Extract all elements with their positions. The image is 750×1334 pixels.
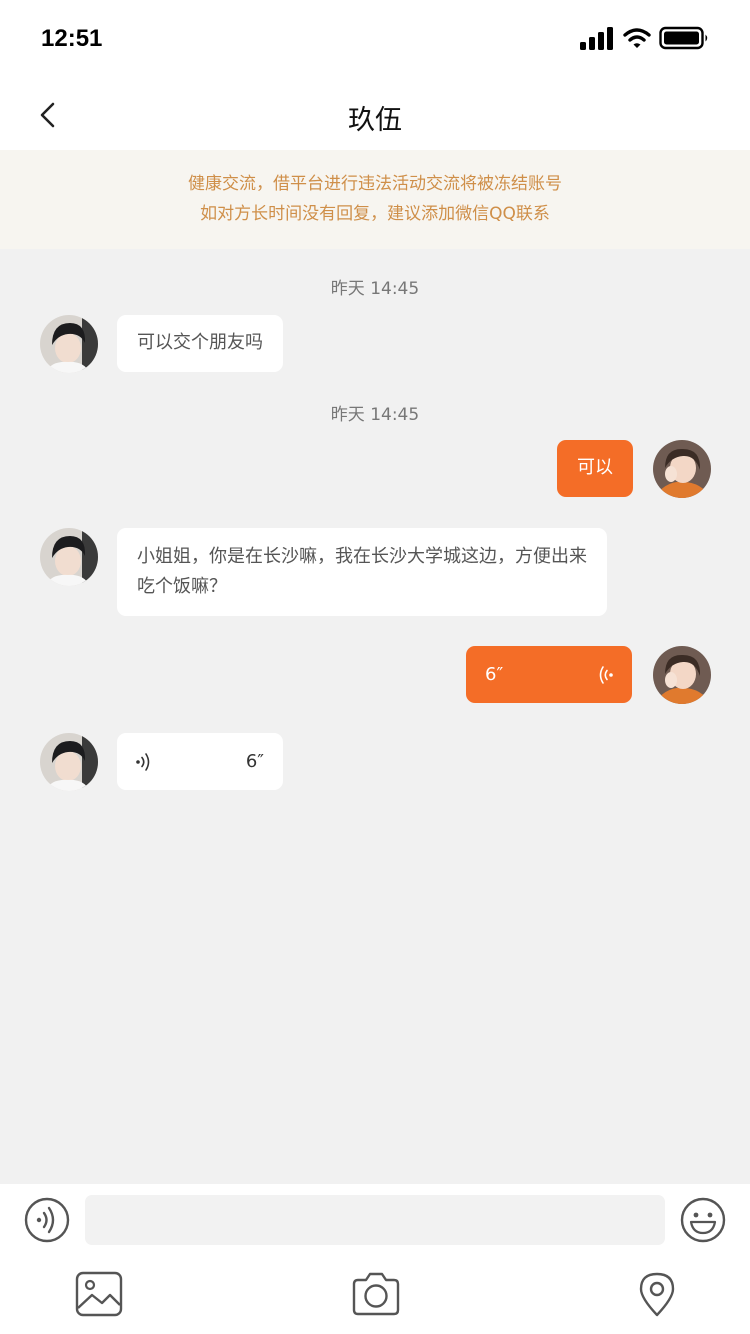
message-bubble-outgoing[interactable]: 可以	[557, 440, 633, 497]
message-input[interactable]	[85, 1195, 665, 1245]
message-bubble-incoming[interactable]: 小姐姐，你是在长沙嘛，我在长沙大学城这边，方便出来 吃个饭嘛？	[117, 528, 607, 616]
notice-line-1: 健康交流，借平台进行违法活动交流将被冻结账号	[188, 174, 562, 194]
wifi-icon	[623, 28, 651, 48]
status-time: 12:51	[41, 25, 103, 52]
message-bubble-incoming[interactable]: 可以交个朋友吗	[117, 315, 283, 372]
message-text: 可以	[577, 457, 613, 478]
message-text: 可以交个朋友吗	[137, 332, 263, 353]
contact-avatar[interactable]	[40, 733, 98, 791]
voice-wave-icon[interactable]	[24, 1197, 70, 1243]
my-avatar[interactable]	[653, 440, 711, 498]
voice-message-incoming[interactable]: 6″	[117, 733, 283, 790]
location-pin-icon[interactable]	[636, 1270, 678, 1318]
voice-playing-icon	[136, 753, 150, 771]
message-timestamp: 昨天 14:45	[330, 279, 420, 299]
message-text-line: 吃个饭嘛？	[137, 576, 227, 597]
status-bar: 12:51	[0, 0, 750, 80]
voice-duration: 6″	[245, 751, 264, 772]
smile-icon[interactable]	[680, 1197, 726, 1243]
contact-avatar[interactable]	[40, 315, 98, 373]
camera-icon[interactable]	[350, 1270, 402, 1318]
voice-playing-icon	[599, 666, 613, 684]
notice-line-2: 如对方长时间没有回复，建议添加微信QQ联系	[200, 204, 550, 224]
voice-message-outgoing[interactable]: 6″	[466, 646, 632, 703]
voice-duration: 6″	[485, 664, 504, 685]
contact-avatar[interactable]	[40, 528, 98, 586]
my-avatar[interactable]	[653, 646, 711, 704]
input-toolbar	[0, 1184, 750, 1334]
battery-icon	[659, 26, 708, 50]
chat-title: 玖伍	[348, 105, 402, 136]
message-text-line: 小姐姐，你是在长沙嘛，我在长沙大学城这边，方便出来	[137, 546, 587, 567]
nav-bar: 玖伍	[0, 80, 750, 150]
safety-notice: 健康交流，借平台进行违法活动交流将被冻结账号 如对方长时间没有回复，建议添加微信…	[0, 150, 750, 249]
image-icon[interactable]	[74, 1270, 124, 1318]
message-timestamp: 昨天 14:45	[330, 405, 420, 425]
signal-icon	[580, 27, 613, 50]
